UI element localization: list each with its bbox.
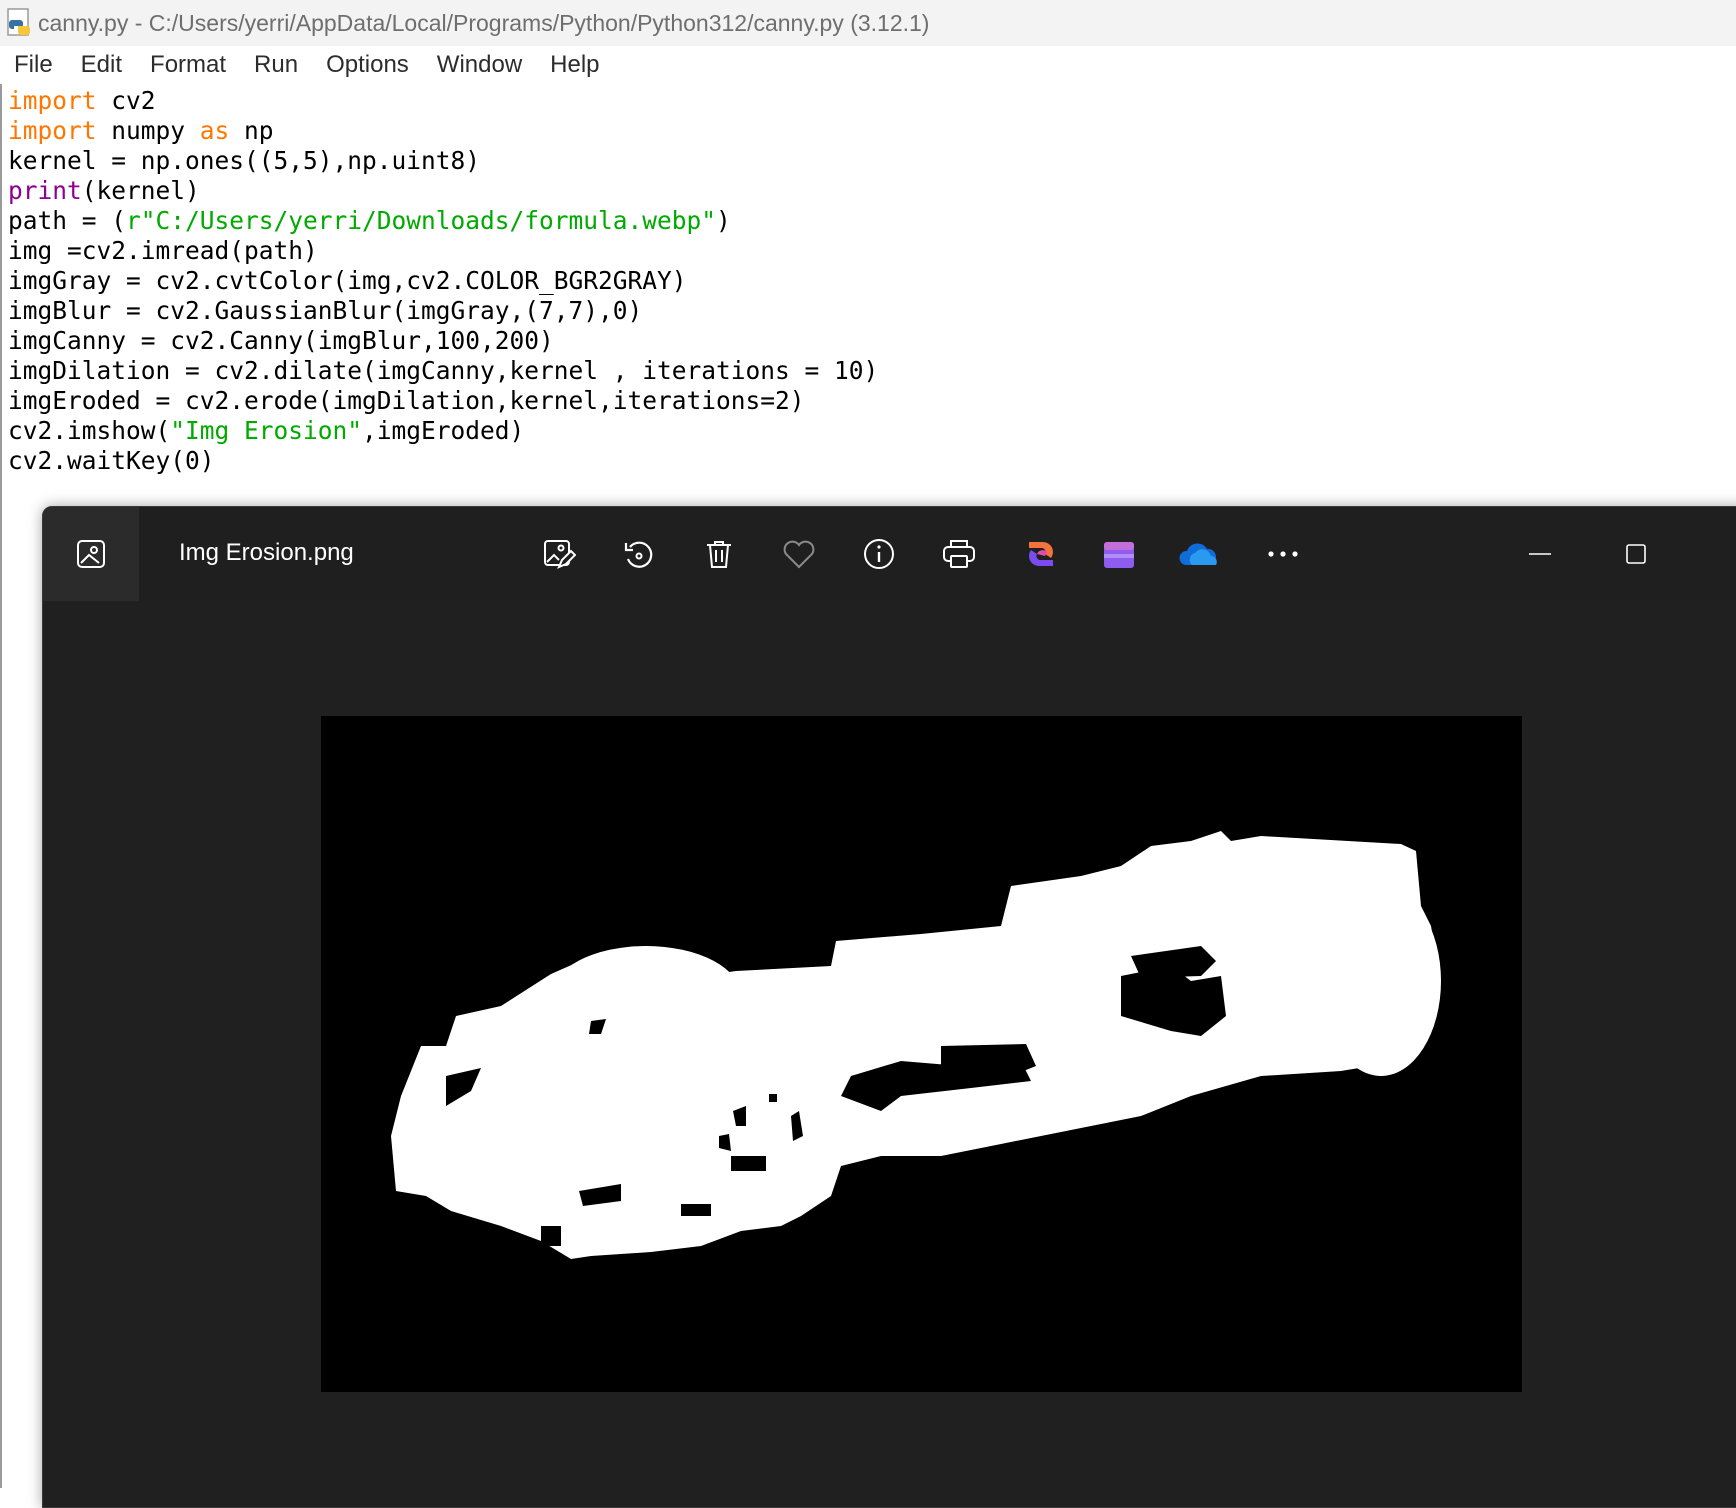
code-line: imgDilation = cv2.dilate(imgCanny,kernel… <box>8 356 878 386</box>
code-line: cv2.imshow("Img Erosion",imgEroded) <box>8 416 878 446</box>
idle-title-bar: canny.py - C:/Users/yerri/AppData/Local/… <box>0 0 1736 46</box>
keyword-token: import <box>8 116 97 145</box>
copilot-button[interactable] <box>1018 531 1064 577</box>
code-token: cv2.imshow( <box>8 416 171 445</box>
menu-run[interactable]: Run <box>240 51 312 79</box>
code-token: (kernel) <box>81 176 200 205</box>
code-token: imgCanny = cv2.Canny(imgBlur,100,200) <box>8 326 554 355</box>
code-token: np <box>229 116 274 145</box>
info-icon <box>864 539 894 569</box>
code-token: img =cv2.imread(path) <box>8 236 318 265</box>
string-token: r"C:/Users/yerri/Downloads/formula.webp" <box>126 206 717 235</box>
menu-options[interactable]: Options <box>312 51 423 79</box>
copilot-icon <box>1029 542 1053 566</box>
clipchamp-icon <box>1104 542 1134 568</box>
displayed-image[interactable] <box>321 716 1522 1392</box>
code-line: imgBlur = cv2.GaussianBlur(imgGray,(7,7)… <box>8 296 878 326</box>
menu-help[interactable]: Help <box>536 51 613 79</box>
rotate-button[interactable] <box>616 531 662 577</box>
more-button[interactable] <box>1260 531 1306 577</box>
menu-edit[interactable]: Edit <box>67 51 136 79</box>
code-line: kernel = np.ones((5,5),np.uint8) <box>8 146 878 176</box>
code-token: imgGray = cv2.cvtColor(img,cv2.COLOR_BGR… <box>8 266 687 295</box>
print-icon <box>943 540 975 568</box>
keyword-token: import <box>8 86 97 115</box>
menu-window[interactable]: Window <box>423 51 536 79</box>
maximize-icon <box>1626 544 1646 564</box>
edit-image-button[interactable] <box>536 531 582 577</box>
delete-button[interactable] <box>696 531 742 577</box>
photos-app-button[interactable] <box>43 507 139 601</box>
code-token: ) <box>716 206 731 235</box>
code-token: imgBlur = cv2.GaussianBlur(imgGray,(7,7)… <box>8 296 643 325</box>
code-token: cv2 <box>96 86 156 115</box>
maximize-button[interactable] <box>1613 531 1659 577</box>
minimize-button[interactable] <box>1517 531 1563 577</box>
info-button[interactable] <box>856 531 902 577</box>
favorite-button[interactable] <box>776 531 822 577</box>
python-file-icon <box>7 8 30 36</box>
gallery-icon <box>77 540 105 568</box>
minimize-icon <box>1529 553 1551 555</box>
delete-icon <box>707 541 731 568</box>
more-icon <box>1268 551 1298 557</box>
code-line: imgEroded = cv2.erode(imgDilation,kernel… <box>8 386 878 416</box>
print-button[interactable] <box>936 531 982 577</box>
code-line: path = (r"C:/Users/yerri/Downloads/formu… <box>8 206 878 236</box>
code-line: cv2.waitKey(0) <box>8 446 878 476</box>
file-name: Img Erosion.png <box>179 539 354 566</box>
code-token: path = ( <box>8 206 127 235</box>
code-token: cv2.waitKey(0) <box>8 446 215 475</box>
code-line: img =cv2.imread(path) <box>8 236 878 266</box>
string-token: "Img Erosion" <box>170 416 363 445</box>
builtin-token: print <box>8 176 82 205</box>
menu-file[interactable]: File <box>0 51 67 79</box>
code-line: import numpy as np <box>8 116 878 146</box>
code-line: print(kernel) <box>8 176 878 206</box>
window-title: canny.py - C:/Users/yerri/AppData/Local/… <box>38 9 930 36</box>
keyword-token: as <box>199 116 230 145</box>
edit-image-icon <box>544 540 576 569</box>
code-line: imgGray = cv2.cvtColor(img,cv2.COLOR_BGR… <box>8 266 878 296</box>
code-token: ,imgEroded) <box>362 416 525 445</box>
code-token: kernel = np.ones((5,5),np.uint8) <box>8 146 481 175</box>
code-line: import cv2 <box>8 86 878 116</box>
onedrive-icon <box>1179 543 1217 565</box>
photos-toolbar: Img Erosion.png <box>43 507 1736 601</box>
photos-viewer-window[interactable]: Img Erosion.png <box>42 506 1736 1508</box>
menu-format[interactable]: Format <box>136 51 240 79</box>
code-token: imgEroded = cv2.erode(imgDilation,kernel… <box>8 386 805 415</box>
clipchamp-button[interactable] <box>1096 531 1142 577</box>
code-token: imgDilation = cv2.dilate(imgCanny,kernel… <box>8 356 879 385</box>
menu-bar: File Edit Format Run Options Window Help <box>0 46 1736 85</box>
onedrive-button[interactable] <box>1176 531 1222 577</box>
rotate-icon <box>624 541 653 568</box>
favorite-icon <box>783 540 815 569</box>
code-line: imgCanny = cv2.Canny(imgBlur,100,200) <box>8 326 878 356</box>
code-token: numpy <box>96 116 200 145</box>
code-text[interactable]: import cv2 import numpy as np kernel = np.… <box>8 86 878 476</box>
